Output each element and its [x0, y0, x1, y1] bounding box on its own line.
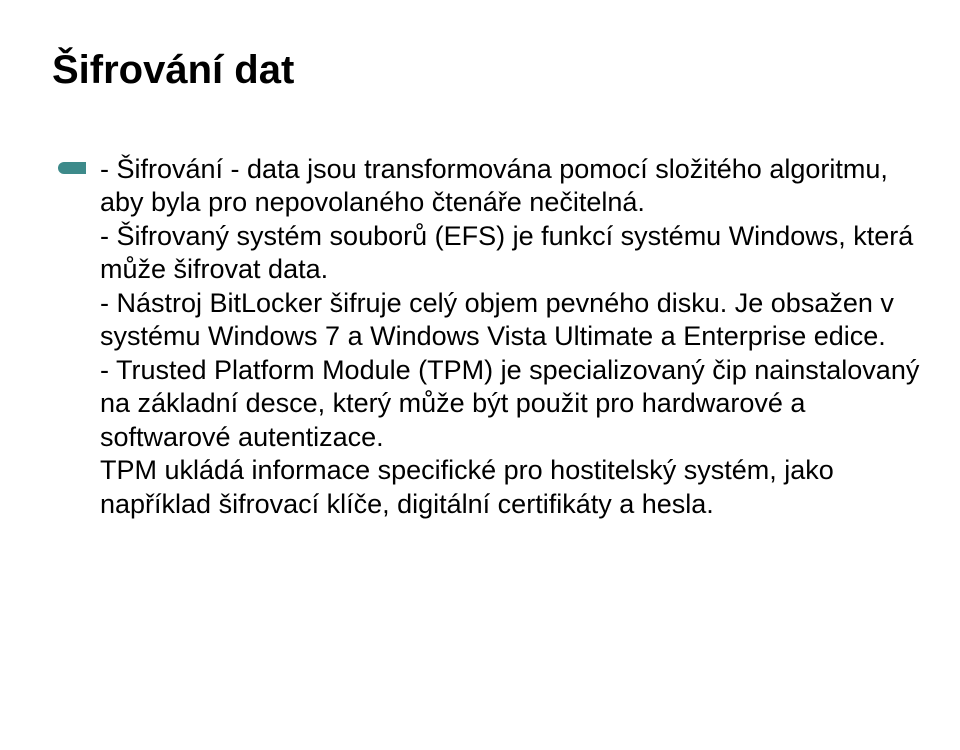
slide-body: - Šifrování - data jsou transformována p…: [100, 153, 920, 521]
paragraph: - Nástroj BitLocker šifruje celý objem p…: [100, 287, 920, 354]
bullet-icon: [58, 162, 86, 174]
paragraph-indented: TPM ukládá informace specifické pro host…: [100, 454, 920, 521]
paragraph: - Šifrovaný systém souborů (EFS) je funk…: [100, 220, 920, 287]
slide-title: Šifrování dat: [52, 48, 920, 93]
bullet-block: - Šifrování - data jsou transformována p…: [60, 153, 920, 521]
paragraph: - Trusted Platform Module (TPM) je speci…: [100, 354, 920, 454]
paragraph: - Šifrování - data jsou transformována p…: [100, 153, 920, 220]
